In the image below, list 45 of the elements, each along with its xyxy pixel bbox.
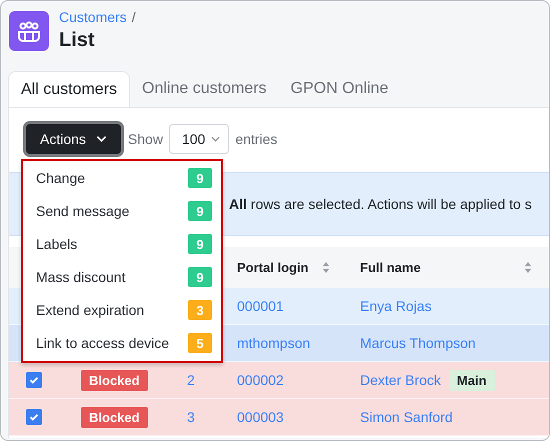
menu-item[interactable]: Mass discount bbox=[36, 269, 126, 285]
id-link[interactable]: 2 bbox=[187, 372, 195, 388]
entries-select[interactable]: 100 bbox=[168, 124, 230, 154]
tab[interactable]: All customers bbox=[8, 71, 130, 107]
count-badge: 3 bbox=[188, 300, 212, 320]
page-title: List bbox=[59, 29, 96, 52]
full-name-link[interactable]: Enya Rojas bbox=[360, 298, 432, 314]
full-name-link[interactable]: Marcus Thompson bbox=[360, 335, 476, 351]
status-badge: Blocked bbox=[81, 406, 148, 428]
chevron-down-icon bbox=[211, 136, 220, 142]
banner-text: All rows are selected. Actions will be applied to s bbox=[229, 196, 532, 212]
column-header[interactable]: Portal login bbox=[237, 260, 308, 275]
column-header[interactable]: Full name bbox=[360, 260, 421, 275]
menu-item[interactable]: Extend expiration bbox=[36, 302, 144, 318]
main-tag: Main bbox=[448, 370, 495, 390]
tab[interactable]: GPON Online bbox=[278, 71, 400, 107]
full-name-link[interactable]: Dexter Brock bbox=[360, 372, 441, 388]
menu-item[interactable]: Change bbox=[36, 170, 86, 186]
count-badge: 9 bbox=[188, 201, 212, 221]
row-checkbox[interactable] bbox=[26, 372, 42, 388]
menu-item[interactable]: Link to access device bbox=[36, 335, 170, 351]
menu-item[interactable]: Labels bbox=[36, 236, 78, 252]
sort-icon[interactable] bbox=[524, 262, 532, 273]
tab[interactable]: Online customers bbox=[130, 71, 279, 107]
customers-logo-icon bbox=[9, 11, 49, 51]
actions-button[interactable]: Actions bbox=[26, 124, 121, 154]
caret-icon bbox=[96, 134, 107, 142]
entries-label: entries bbox=[235, 130, 278, 146]
status-badge: Blocked bbox=[81, 370, 148, 390]
full-name-link[interactable]: Simon Sanford bbox=[360, 409, 453, 425]
portal-login-link[interactable]: 000002 bbox=[237, 372, 284, 388]
portal-login-link[interactable]: 000003 bbox=[237, 409, 284, 425]
id-link[interactable]: 3 bbox=[187, 409, 195, 425]
breadcrumb-separator: / bbox=[132, 9, 136, 25]
sort-icon[interactable] bbox=[322, 262, 330, 273]
portal-login-link[interactable]: mthompson bbox=[237, 335, 310, 351]
count-badge: 9 bbox=[188, 234, 212, 254]
menu-item[interactable]: Send message bbox=[36, 203, 130, 219]
breadcrumb-link[interactable]: Customers bbox=[59, 9, 127, 25]
count-badge: 9 bbox=[188, 267, 212, 287]
count-badge: 9 bbox=[188, 168, 212, 188]
row-checkbox[interactable] bbox=[26, 409, 42, 425]
show-label: Show bbox=[128, 130, 163, 146]
count-badge: 5 bbox=[188, 333, 212, 353]
portal-login-link[interactable]: 000001 bbox=[237, 298, 284, 314]
